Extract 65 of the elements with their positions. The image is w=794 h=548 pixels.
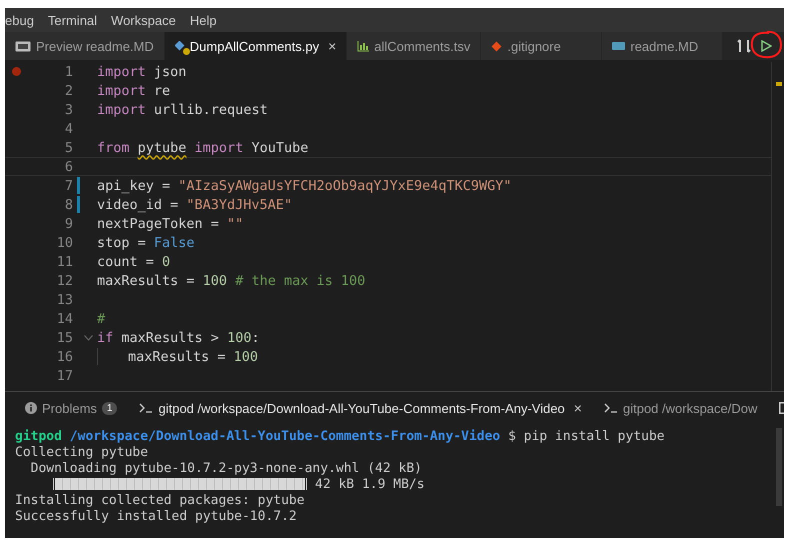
line-number: 17 [56,368,73,384]
close-button[interactable]: × [574,400,582,416]
editor-tab[interactable]: readme.MD [602,32,724,60]
count-badge: 1 [102,402,118,414]
code-line: nextPageToken = "" [97,216,244,232]
menu-item[interactable]: Workspace [111,12,176,28]
editor-tab[interactable]: Preview readme.MD [5,32,165,60]
line-number: 1 [64,64,73,80]
terminal-output: Installing collected packages: pytube [15,492,305,508]
code-line: from pytube import YouTube [97,140,308,156]
editor-tab[interactable]: allComments.tsv [347,32,482,60]
prompt-user: gitpod [15,428,62,444]
line-number: 14 [56,310,73,326]
code-line: video_id = "BA3YdJHv5AE" [97,196,292,212]
code-line: import json [97,64,186,80]
line-number: 10 [56,234,73,250]
line-number: 11 [56,254,73,270]
breakpoint-dot[interactable] [12,67,20,76]
terminal-output: 42 kB 1.9 MB/s [315,476,425,492]
code-line: stop = False [97,234,195,250]
line-number: 16 [56,348,73,364]
code-line: maxResults = 100 [128,348,258,364]
line-number: 3 [64,102,73,118]
menu-item[interactable]: Help [190,12,217,28]
code-line: # [97,310,106,326]
terminal-command: $ pip install pytube [508,428,665,444]
editor-tab[interactable]: DumpAllComments.py × [164,32,348,60]
line-number: 9 [64,216,73,232]
terminal-output: Collecting pytube [15,444,148,460]
prompt-path: /workspace/Download-All-YouTube-Comments-From-Any-Video [70,428,500,444]
panel-tab[interactable]: gitpod /workspace/Dow [604,400,758,416]
line-number: 8 [64,196,73,212]
terminal-prompt-icon [139,403,154,413]
terminal-output: Successfully installed pytube-10.7.2 [15,508,297,524]
line-number: 15 [56,330,73,346]
python-file-icon [174,41,185,51]
line-number: 2 [64,82,73,98]
terminal-prompt-icon [604,403,618,413]
preview-icon [15,40,31,52]
code-line: import re [97,82,170,98]
line-number: 5 [64,140,73,156]
menu-item[interactable]: Terminal [48,12,98,28]
editor-tab[interactable]: .gitignore [481,32,602,60]
bar-chart-icon [357,40,370,52]
markdown-icon [612,42,626,50]
line-number: 12 [56,272,73,288]
panel-tab[interactable]: gitpod /workspace/Download-All-YouTube-Comments-From-Any-Video × [139,400,582,416]
close-button[interactable]: × [328,38,336,54]
code-line: if maxResults > 100: [97,330,260,346]
menu-item[interactable]: ebug [5,12,34,28]
panel-tab[interactable]: Problems 1 [25,400,118,416]
code-line: maxResults = 100 # the max is 100 [97,272,366,288]
line-number: 7 [64,178,73,194]
run-icon[interactable] [761,40,772,52]
code-line: import urllib.request [97,102,268,118]
code-line: api_key = "AIzaSyAWgaUsYFCH2oOb9aqYJYxE9e4qTKC9WGY" [97,178,512,194]
fold-chevron-icon[interactable] [84,334,93,340]
compare-icon[interactable] [737,38,751,54]
terminal-output: Downloading pytube-10.7.2-py3-none-any.whl (42 kB) [30,460,422,476]
line-number: 6 [64,158,73,174]
info-icon [25,402,37,414]
line-number: 4 [64,120,73,136]
terminal-scrollbar[interactable] [776,428,782,506]
line-number: 13 [56,292,73,308]
code-line: count = 0 [97,254,170,270]
